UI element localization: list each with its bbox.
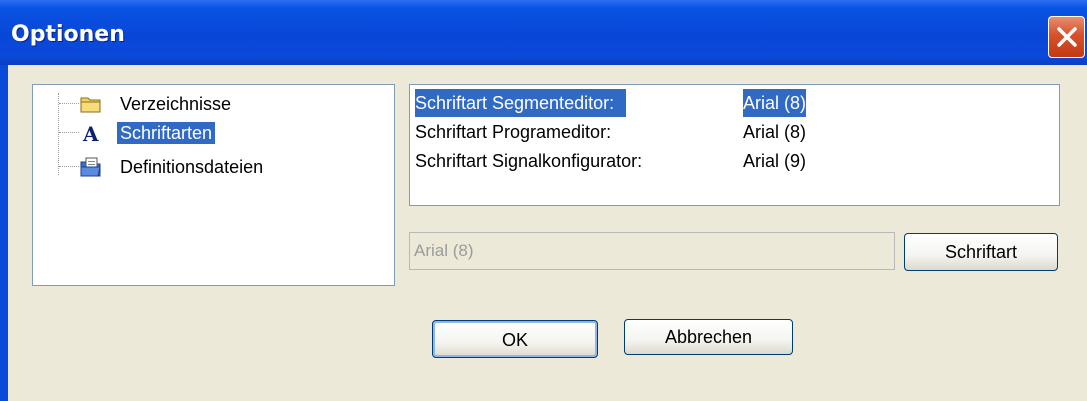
current-font-field: Arial (8) — [409, 232, 895, 270]
category-tree[interactable]: Verzeichnisse A Schriftarten Definitions… — [32, 84, 395, 286]
tree-connector — [59, 103, 79, 104]
font-setting-name: Schriftart Signalkonfigurator: — [415, 151, 643, 171]
title-bar[interactable]: Optionen — [0, 0, 1087, 65]
font-settings-list[interactable]: Schriftart Segmenteditor: Arial (8) Schr… — [409, 84, 1060, 206]
tree-connector — [59, 132, 79, 133]
choose-font-button[interactable]: Schriftart — [904, 233, 1058, 271]
tree-item-label: Definitionsdateien — [120, 157, 264, 177]
font-setting-value: Arial (8) — [743, 122, 807, 142]
window-title: Optionen — [11, 22, 125, 47]
ok-button[interactable]: OK — [432, 320, 598, 358]
tree-connector — [59, 166, 79, 167]
font-setting-value: Arial (8) — [743, 89, 807, 117]
cancel-button[interactable]: Abbrechen — [624, 319, 793, 355]
options-dialog: Optionen Verzeichnisse A Schriftarten De… — [0, 0, 1087, 401]
font-setting-name: Schriftart Segmenteditor: — [415, 89, 627, 117]
tree-item-label: Schriftarten — [117, 122, 216, 144]
close-button[interactable] — [1048, 16, 1085, 58]
list-item[interactable]: Schriftart Programeditor: Arial (8) — [412, 118, 1057, 146]
close-icon — [1057, 27, 1077, 47]
definition-file-icon — [80, 157, 101, 177]
font-icon: A — [82, 123, 99, 143]
svg-text:A: A — [82, 123, 99, 143]
font-setting-name: Schriftart Programeditor: — [415, 122, 612, 142]
folder-icon — [80, 97, 101, 113]
font-setting-value: Arial (9) — [743, 151, 807, 171]
window-frame-left — [0, 65, 8, 401]
list-item[interactable]: Schriftart Signalkonfigurator: Arial (9) — [412, 147, 1057, 175]
tree-item-label: Verzeichnisse — [120, 94, 232, 114]
list-item[interactable]: Schriftart Segmenteditor: Arial (8) — [412, 89, 1057, 117]
tree-line — [58, 93, 59, 175]
